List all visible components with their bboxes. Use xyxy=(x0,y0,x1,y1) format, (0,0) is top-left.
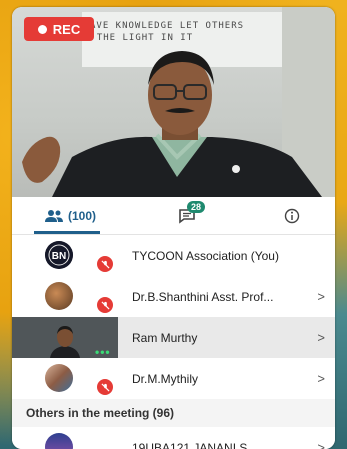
speaking-indicator-icon: ••• xyxy=(95,345,111,359)
chevron-right-icon[interactable]: > xyxy=(317,289,325,304)
chevron-right-icon[interactable]: > xyxy=(317,330,325,345)
others-section-header: Others in the meeting (96) xyxy=(12,399,335,427)
info-icon xyxy=(284,208,300,223)
recording-badge: REC xyxy=(24,17,94,41)
avatar xyxy=(45,364,73,392)
participant-list: BN TYCOON Association (You) Dr.B.Shanthi… xyxy=(12,235,335,449)
people-icon xyxy=(44,209,63,222)
participant-avatar-cell xyxy=(12,276,122,317)
tab-chat[interactable]: 28 xyxy=(162,197,212,234)
avatar xyxy=(45,433,73,449)
participant-row[interactable]: 19UBA121 JANANI S > xyxy=(12,427,335,449)
speaker-hand xyxy=(22,136,61,183)
tab-info[interactable] xyxy=(277,197,307,234)
participant-name: Ram Murthy xyxy=(132,330,198,345)
active-speaker-video[interactable]: AVE KNOWLEDGE LET OTHERS T THE LIGHT IN … xyxy=(12,7,335,197)
participant-row[interactable]: Dr.M.Mythily > xyxy=(12,358,335,399)
muted-mic-icon xyxy=(97,256,113,272)
participant-row[interactable]: ••• Ram Murthy > xyxy=(12,317,335,359)
chevron-right-icon[interactable]: > xyxy=(317,371,325,386)
participant-row[interactable]: BN TYCOON Association (You) xyxy=(12,235,335,276)
participant-video-tile: ••• xyxy=(12,317,118,359)
meeting-tabs: (100) 28 xyxy=(12,197,335,235)
participant-avatar-cell xyxy=(12,358,122,399)
tab-participants[interactable]: (100) xyxy=(30,197,110,234)
muted-mic-icon xyxy=(97,297,113,313)
chevron-right-icon[interactable]: > xyxy=(317,440,325,449)
participant-name: 19UBA121 JANANI S xyxy=(132,440,248,449)
meeting-window: AVE KNOWLEDGE LET OTHERS T THE LIGHT IN … xyxy=(12,7,335,449)
avatar: BN xyxy=(45,241,73,269)
svg-text:BN: BN xyxy=(52,251,66,262)
chat-unread-badge: 28 xyxy=(187,201,206,213)
muted-mic-icon xyxy=(97,379,113,395)
speaker-badge xyxy=(232,165,240,173)
participant-row[interactable]: Dr.B.Shanthini Asst. Prof... > xyxy=(12,276,335,317)
participant-name: Dr.B.Shanthini Asst. Prof... xyxy=(132,289,274,304)
participant-name: Dr.M.Mythily xyxy=(132,371,198,386)
record-dot-icon xyxy=(37,24,47,34)
avatar xyxy=(45,282,73,310)
recording-label: REC xyxy=(52,21,81,37)
participant-avatar-cell xyxy=(12,427,122,449)
participant-name: TYCOON Association (You) xyxy=(132,248,279,263)
participants-count: (100) xyxy=(67,208,96,223)
participant-avatar-cell: BN xyxy=(12,235,122,276)
active-tab-indicator xyxy=(34,231,100,234)
